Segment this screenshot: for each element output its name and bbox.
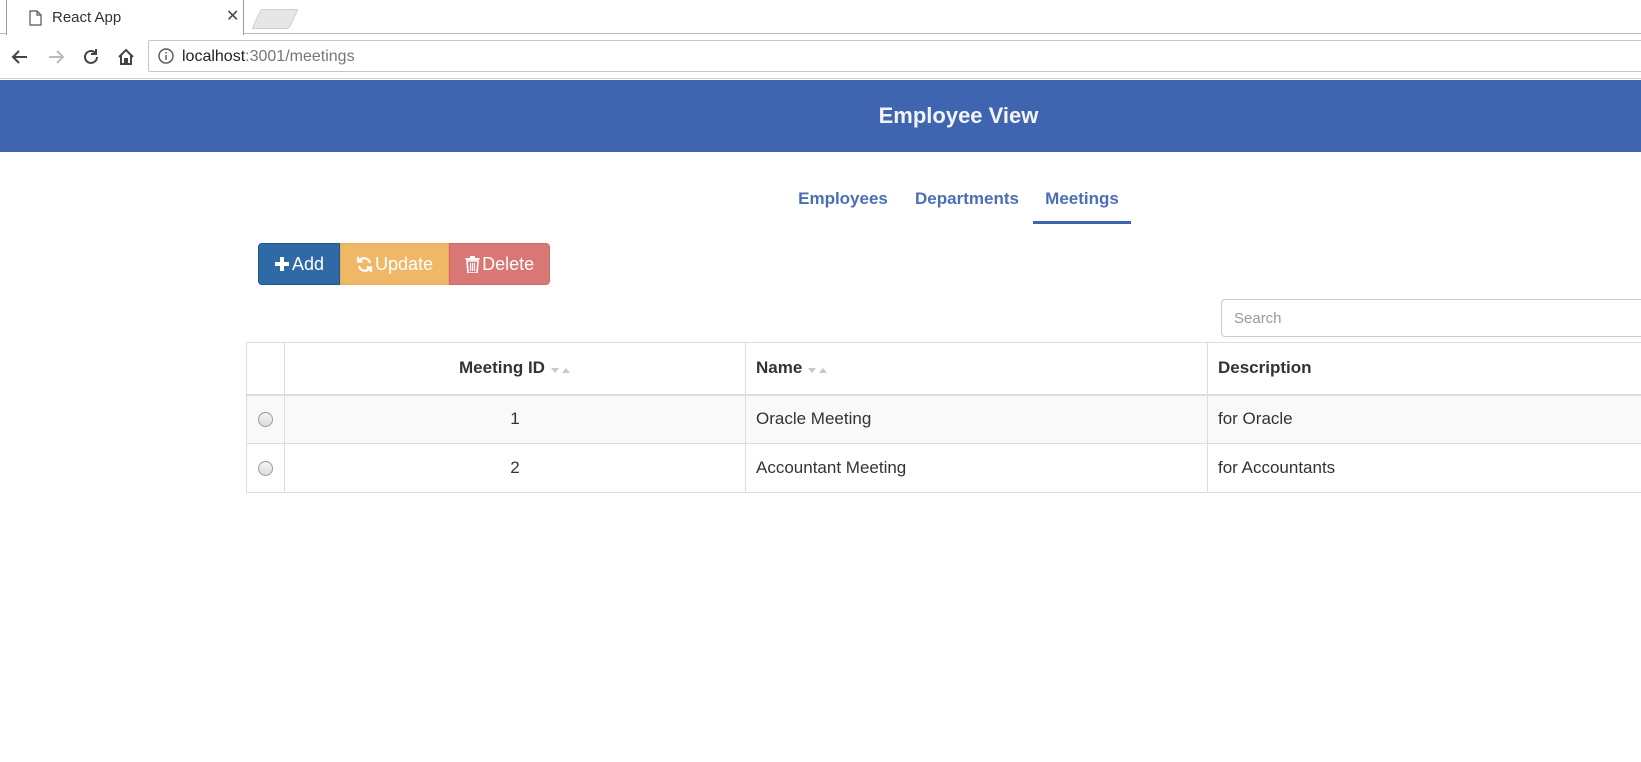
column-header-label: Description [1218,358,1312,378]
delete-button[interactable]: Delete [449,243,551,285]
table-row[interactable]: 1 Oracle Meeting for Oracle [246,394,1641,444]
row-select-radio[interactable] [258,412,273,428]
back-button[interactable] [8,45,32,69]
plus-icon [274,256,290,272]
row-select-radio[interactable] [258,461,273,477]
cell-name: Oracle Meeting [745,394,1208,444]
cell-meeting-id: 2 [284,443,746,493]
page-title: Employee View [878,103,1039,128]
reload-icon [84,49,98,64]
close-icon[interactable]: ✕ [226,8,239,26]
update-button-label: Update [375,253,434,274]
reload-button[interactable] [79,45,103,69]
table-header-row: Meeting ID Name Description [246,342,1641,396]
page-icon [29,10,42,26]
add-button-label: Add [292,253,325,274]
new-tab-button[interactable] [251,9,299,29]
add-button[interactable]: Add [258,243,341,285]
cell-description: for Oracle [1207,394,1641,444]
cell-description: for Accountants [1207,443,1641,493]
home-button[interactable] [114,45,138,69]
app-header: Employee View [0,80,1641,152]
table-row[interactable]: 2 Accountant Meeting for Accountants [246,443,1641,493]
cell-name: Accountant Meeting [745,443,1208,493]
browser-tabstrip: React App ✕ [0,0,1641,36]
tab-departments[interactable]: Departments [912,184,1022,224]
column-header-meeting-id[interactable]: Meeting ID [284,342,746,396]
action-toolbar: Add Update Delete [258,243,551,285]
meetings-table: Meeting ID Name Description 1 Oracle Mee… [246,342,1641,493]
delete-button-label: Delete [482,253,535,274]
cell-meeting-id: 1 [284,394,746,444]
select-column-header [246,342,285,396]
column-header-description: Description [1207,342,1641,396]
url-path: :3001/meetings [245,48,355,65]
trash-icon [465,255,480,273]
sort-caret-icon[interactable] [550,359,571,379]
forward-button[interactable] [44,45,68,69]
sort-caret-icon[interactable] [808,359,828,379]
column-header-name[interactable]: Name [745,342,1208,396]
address-bar-row: localhost:3001/meetings [0,35,1641,79]
url-text: localhost:3001/meetings [182,48,355,66]
refresh-icon [356,256,373,273]
nav-tabs: Employees Departments Meetings [0,184,1641,224]
arrow-left-icon [11,50,27,64]
row-select-cell [246,443,285,493]
tabstrip-divider [0,33,1641,34]
home-icon [118,48,134,65]
update-button[interactable]: Update [340,243,450,285]
info-icon[interactable] [158,48,174,64]
column-header-label: Name [756,357,803,377]
arrow-right-icon [49,50,65,64]
browser-tab[interactable]: React App ✕ [6,0,244,35]
search-input[interactable] [1221,299,1641,337]
tab-meetings[interactable]: Meetings [1033,184,1131,224]
column-header-label: Meeting ID [459,357,545,377]
url-host: localhost [182,48,246,65]
tab-employees[interactable]: Employees [797,184,889,224]
browser-tab-title: React App [52,9,122,26]
omnibox[interactable]: localhost:3001/meetings [148,40,1641,72]
row-select-cell [246,394,285,444]
